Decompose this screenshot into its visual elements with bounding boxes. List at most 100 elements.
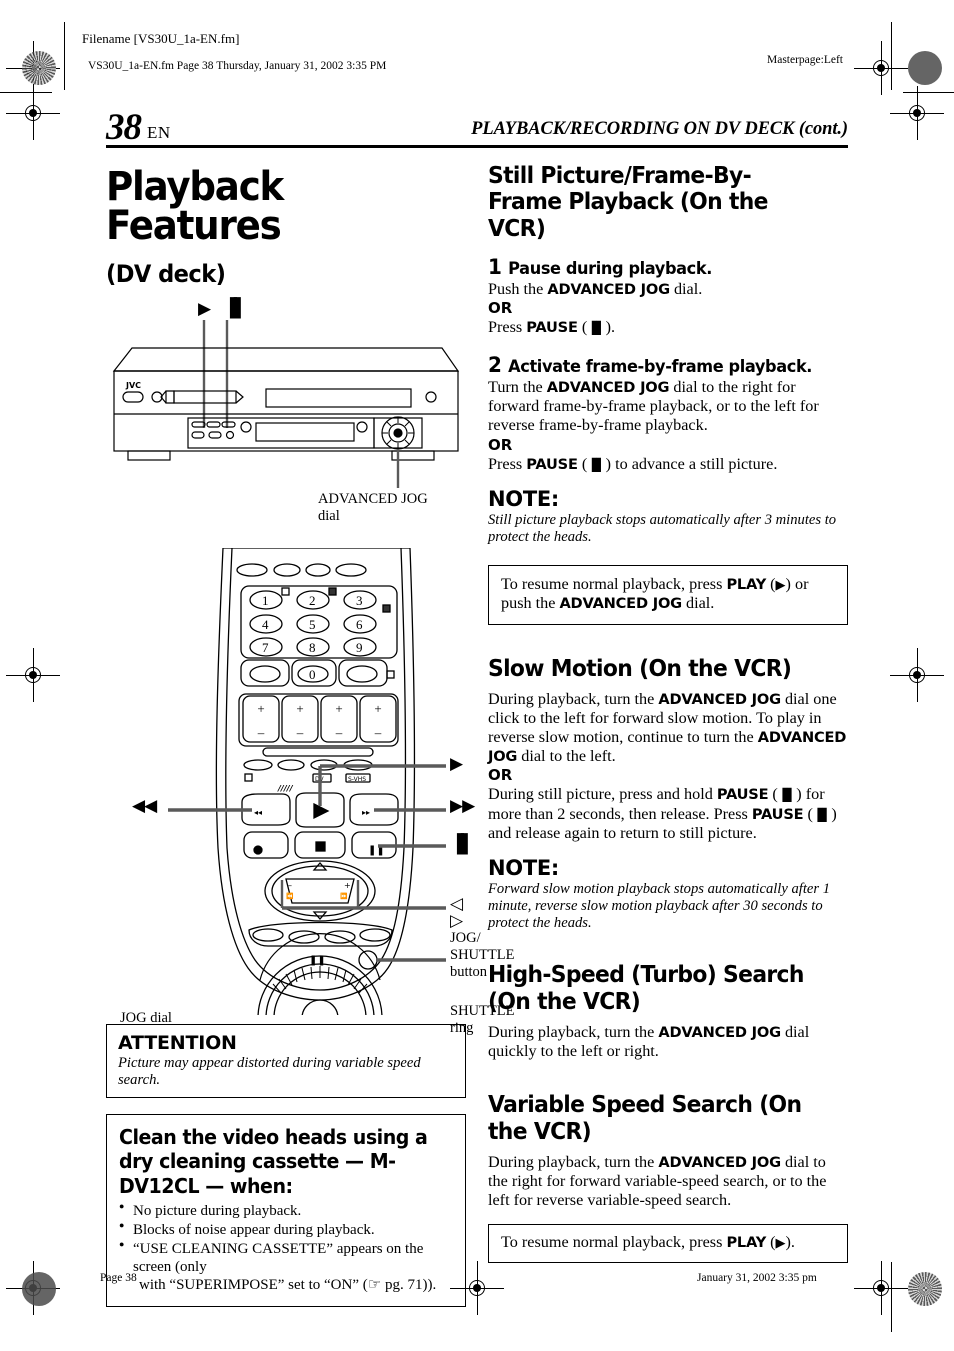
density-patch-bottom-left bbox=[22, 1272, 56, 1306]
pause-icon: ▐▌ bbox=[587, 457, 606, 472]
registration-mark-bottom-right bbox=[854, 1261, 908, 1315]
svg-text:7: 7 bbox=[262, 640, 269, 655]
resume-playback-box-2: To resume normal playback, press PLAY (▶… bbox=[488, 1224, 848, 1263]
svg-text:–: – bbox=[257, 725, 265, 740]
t: ( bbox=[766, 1233, 776, 1252]
cleaning-box: Clean the video heads using a dry cleani… bbox=[106, 1113, 466, 1308]
jog-dial-callout: JOG dial bbox=[120, 1010, 172, 1027]
step-1: 1 Pause during playback. Push the ADVANCE… bbox=[488, 255, 848, 337]
pause-icon: ▐▌ bbox=[777, 788, 797, 803]
step-1-title: 1 Pause during playback. bbox=[488, 255, 830, 279]
svg-text:8: 8 bbox=[309, 640, 316, 655]
t: During still picture, press and hold bbox=[488, 785, 717, 804]
pause-symbol-vcr: ▐▌ bbox=[223, 298, 248, 320]
density-patch-bottom-right bbox=[908, 1272, 942, 1306]
t: Press bbox=[488, 318, 527, 337]
step-2-body: Turn the ADVANCED JOG dial to the right … bbox=[488, 378, 848, 474]
svg-text:4: 4 bbox=[262, 617, 269, 632]
advanced-jog-dial-callout: ADVANCED JOG dial bbox=[318, 491, 428, 525]
remote-figure: DV S-VHS ///// ◂◂ ▸▸ ❚❚ – + ⏪ ⏩ ❚❚ 1 2 3… bbox=[106, 548, 514, 1036]
vcr-figure: ▶ ▐▌ JVC ADVANCED JOG dial bbox=[106, 300, 466, 525]
density-patch-top-left bbox=[22, 51, 56, 85]
page-reference-text: pg. 71)). bbox=[381, 1277, 437, 1294]
svg-text://///: ///// bbox=[277, 784, 294, 793]
svg-text:1: 1 bbox=[262, 593, 269, 608]
svg-text:⏩: ⏩ bbox=[340, 892, 348, 900]
remote-pause-symbol: ▐▌ bbox=[450, 834, 475, 856]
svg-text:▸▸: ▸▸ bbox=[362, 808, 370, 817]
t: ). bbox=[785, 1233, 795, 1252]
pause-bold: PAUSE bbox=[526, 455, 578, 473]
attention-title: ATTENTION bbox=[118, 1032, 237, 1055]
resume-playback-box-1: To resume normal playback, press PLAY (▶… bbox=[488, 564, 848, 625]
remote-ff-symbol: ▶▶ bbox=[450, 796, 475, 817]
t: ). bbox=[605, 318, 616, 337]
svg-text:JVC: JVC bbox=[125, 381, 141, 390]
svg-text:+: + bbox=[344, 881, 351, 890]
masterpage-label: Masterpage:Left bbox=[767, 54, 843, 66]
remote-drawing: DV S-VHS ///// ◂◂ ▸▸ ❚❚ – + ⏪ ⏩ ❚❚ 1 2 3… bbox=[168, 548, 446, 1016]
svg-text:+: + bbox=[374, 701, 381, 716]
section-heading-slow-motion: Slow Motion (On the VCR) bbox=[488, 653, 792, 682]
cleaning-title: Clean the video heads using a dry cleani… bbox=[119, 1124, 428, 1198]
slow-motion-body: During playback, turn the ADVANCED JOG d… bbox=[488, 690, 848, 843]
svg-text:S-VHS: S-VHS bbox=[348, 776, 366, 783]
crop-line-top-right-horizontal bbox=[903, 92, 954, 93]
cleaning-item3-line2: with “SUPERIMPOSE” set to “ON” (☞ pg. 71… bbox=[133, 1276, 454, 1294]
remote-play-symbol: ▶ bbox=[450, 754, 464, 775]
or-label: OR bbox=[488, 766, 513, 785]
t: ( bbox=[766, 574, 776, 593]
step-2-title-text: Activate frame-by-frame playback. bbox=[508, 357, 813, 378]
svg-text:3: 3 bbox=[356, 593, 363, 608]
section-heading-high-speed-search: High-Speed (Turbo) Search (On the VCR) bbox=[488, 960, 804, 1015]
variable-speed-search-body: During playback, turn the ADVANCED JOG d… bbox=[488, 1153, 848, 1210]
play-bold: PLAY bbox=[726, 575, 767, 593]
resume-box-1-text: To resume normal playback, press PLAY (▶… bbox=[501, 575, 836, 614]
density-patch-top-right bbox=[908, 51, 942, 85]
svg-text:–: – bbox=[288, 881, 292, 890]
step-1-title-text: Pause during playback. bbox=[508, 258, 712, 279]
cleaning-item3-line1: “USE CLEANING CASSETTE” appears on the s… bbox=[133, 1241, 424, 1276]
registration-mark-right-middle bbox=[890, 648, 944, 702]
remote-arrows-symbol: ◁ ▷ bbox=[450, 894, 464, 932]
svg-text:5: 5 bbox=[309, 617, 316, 632]
t: During playback, turn the bbox=[488, 689, 659, 708]
play-symbol-vcr: ▶ bbox=[198, 299, 212, 320]
attention-box: ATTENTION Picture may appear distorted d… bbox=[106, 1024, 466, 1098]
header-rule bbox=[106, 145, 848, 148]
t: During playback, turn the bbox=[488, 1152, 659, 1171]
t: ( bbox=[768, 785, 778, 804]
page-title: Playback Features bbox=[106, 164, 284, 250]
advanced-jog-bold: ADVANCED JOG bbox=[658, 690, 781, 708]
t: Press bbox=[488, 454, 527, 473]
t: dial. bbox=[669, 279, 703, 298]
advanced-jog-bold: ADVANCED JOG bbox=[658, 1024, 781, 1042]
svg-text:6: 6 bbox=[356, 617, 363, 632]
two-column-layout: Playback Features (DV deck) ▶ ▐▌ JVC ADV… bbox=[106, 161, 848, 1308]
t: ) to advance a still picture. bbox=[605, 454, 778, 473]
remote-rew-symbol: ◀◀ bbox=[132, 796, 157, 817]
list-item: “USE CLEANING CASSETTE” appears on the s… bbox=[119, 1239, 454, 1294]
step-2: 2 Activate frame-by-frame playback. Turn … bbox=[488, 353, 848, 474]
svg-text:⏪: ⏪ bbox=[286, 892, 294, 900]
svg-text:2: 2 bbox=[309, 593, 316, 608]
vcr-drawing: JVC bbox=[112, 320, 460, 489]
svg-text:0: 0 bbox=[309, 667, 316, 682]
t: dial. bbox=[681, 594, 715, 613]
svg-text:–: – bbox=[374, 725, 382, 740]
left-column: Playback Features (DV deck) ▶ ▐▌ JVC ADV… bbox=[106, 162, 514, 1308]
svg-text:–: – bbox=[335, 725, 343, 740]
play-icon: ▶ bbox=[775, 577, 786, 593]
language-code: EN bbox=[147, 123, 171, 142]
play-bold: PLAY bbox=[726, 1234, 767, 1252]
registration-mark-top-right-outer bbox=[890, 86, 944, 140]
section-heading-still-picture: Still Picture/Frame-By-Frame Playback (O… bbox=[488, 161, 768, 242]
svg-text:◂◂: ◂◂ bbox=[254, 808, 262, 817]
step-2-title: 2 Activate frame-by-frame playback. bbox=[488, 353, 830, 377]
list-item: Blocks of noise appear during playback. bbox=[119, 1220, 454, 1239]
registration-mark-top-right bbox=[854, 41, 908, 95]
or-label: OR bbox=[488, 435, 513, 454]
document-page: Filename [VS30U_1a-EN.fm] VS30U_1a-EN.fm… bbox=[0, 0, 954, 1351]
step-2-number: 2 bbox=[488, 353, 502, 378]
pause-icon: ▐▌ bbox=[812, 807, 832, 822]
